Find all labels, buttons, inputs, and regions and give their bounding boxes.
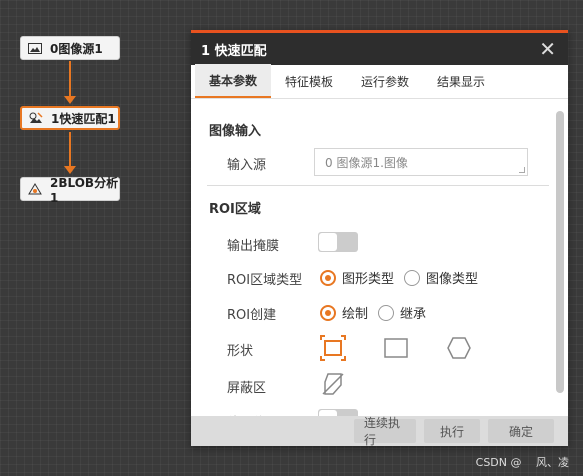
flow-connector bbox=[69, 61, 71, 97]
flow-node-label: 1快速匹配1 bbox=[51, 111, 116, 126]
flow-connector bbox=[69, 132, 71, 168]
option-label: 图像类型 bbox=[426, 272, 479, 287]
mask-area-icon[interactable] bbox=[320, 371, 346, 397]
toggle-knob bbox=[319, 233, 337, 251]
roi-type-radio-group: 图形类型 图像类型 bbox=[320, 268, 488, 287]
dialog-title: 1 快速匹配 bbox=[201, 43, 267, 59]
match-icon bbox=[29, 112, 43, 124]
option-label: 图形类型 bbox=[342, 272, 395, 287]
scrollbar-thumb[interactable] bbox=[556, 111, 564, 393]
tab-bar: 基本参数 特征模板 运行参数 结果显示 bbox=[191, 64, 568, 99]
shape-label: 形状 bbox=[227, 344, 254, 359]
watermark: CSDN @ 风、凌 bbox=[475, 456, 569, 469]
roi-type-option-shape[interactable]: 图形类型 bbox=[320, 268, 394, 287]
dialog-content: 图像输入 输入源 0 图像源1.图像 ROI区域 输出掩膜 ROI区域类型 图形… bbox=[191, 102, 568, 420]
divider bbox=[207, 185, 549, 186]
roi-create-option-draw[interactable]: 绘制 bbox=[320, 303, 368, 322]
roi-section-title: ROI区域 bbox=[209, 202, 261, 217]
image-icon bbox=[28, 42, 42, 54]
radio-unchecked-icon bbox=[378, 304, 395, 321]
hexagon-icon[interactable] bbox=[446, 335, 472, 361]
ok-button[interactable]: 确定 bbox=[488, 419, 554, 443]
option-label: 继承 bbox=[400, 307, 427, 322]
roi-create-option-inherit[interactable]: 继承 bbox=[378, 303, 426, 322]
run-button[interactable]: 执行 bbox=[424, 419, 480, 443]
roi-type-label: ROI区域类型 bbox=[227, 273, 303, 288]
mask-area-label: 屏蔽区 bbox=[227, 381, 267, 396]
rectangle-icon[interactable] bbox=[383, 335, 409, 361]
source-value: 0 图像源1.图像 bbox=[325, 155, 408, 170]
roi-type-option-image[interactable]: 图像类型 bbox=[404, 268, 478, 287]
source-label: 输入源 bbox=[227, 158, 267, 173]
flow-node-fast-match[interactable]: 1快速匹配1 bbox=[20, 106, 120, 130]
output-mask-label: 输出掩膜 bbox=[227, 239, 280, 254]
resize-handle-icon bbox=[519, 167, 525, 173]
dialog-header: 1 快速匹配 ✕ bbox=[191, 33, 568, 65]
roi-create-radio-group: 绘制 继承 bbox=[320, 303, 436, 322]
tab-run-params[interactable]: 运行参数 bbox=[347, 64, 423, 98]
tab-feature-template[interactable]: 特征模板 bbox=[271, 64, 347, 98]
flow-node-image-source[interactable]: 0图像源1 bbox=[20, 36, 120, 60]
radio-unchecked-icon bbox=[404, 269, 421, 286]
tab-result-display[interactable]: 结果显示 bbox=[423, 64, 499, 98]
rectangle-rotated-icon[interactable] bbox=[320, 335, 346, 361]
continuous-run-button[interactable]: 连续执行 bbox=[354, 416, 416, 447]
close-icon[interactable]: ✕ bbox=[539, 39, 556, 59]
flow-node-label: 2BLOB分析1 bbox=[50, 175, 119, 205]
tab-basic-params[interactable]: 基本参数 bbox=[195, 64, 272, 98]
blob-icon bbox=[28, 183, 42, 195]
flow-node-label: 0图像源1 bbox=[50, 41, 103, 56]
source-select[interactable]: 0 图像源1.图像 bbox=[314, 148, 528, 176]
flow-arrow bbox=[64, 96, 76, 104]
option-label: 绘制 bbox=[342, 307, 369, 322]
flow-node-blob-analysis[interactable]: 2BLOB分析1 bbox=[20, 176, 120, 205]
radio-checked-icon bbox=[320, 304, 336, 321]
output-mask-toggle[interactable] bbox=[318, 232, 358, 252]
radio-checked-icon bbox=[320, 269, 336, 286]
dialog-footer: 连续执行 执行 确定 bbox=[191, 416, 568, 447]
image-input-section-title: 图像输入 bbox=[209, 124, 262, 139]
roi-create-label: ROI创建 bbox=[227, 308, 277, 323]
fast-match-dialog: 1 快速匹配 ✕ 基本参数 特征模板 运行参数 结果显示 图像输入 输入源 0 … bbox=[191, 30, 568, 447]
